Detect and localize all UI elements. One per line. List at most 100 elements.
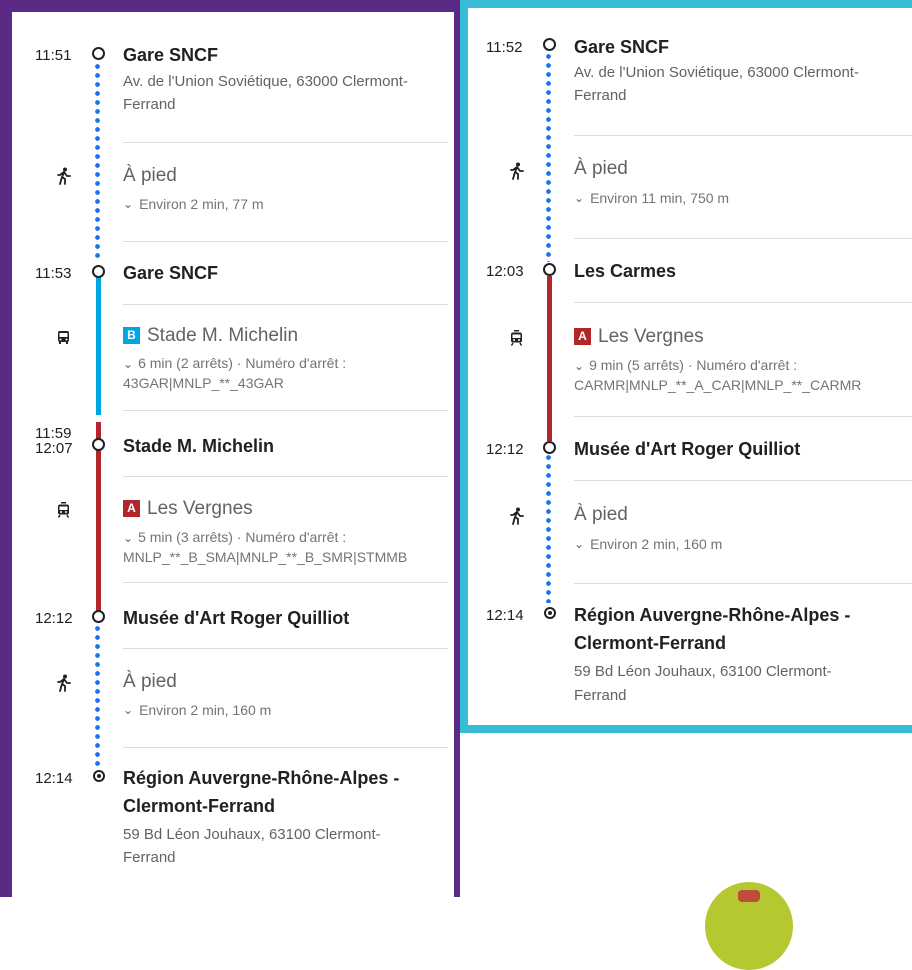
transit-leg-bus[interactable]: B Stade M. Michelin <box>123 325 298 347</box>
arrival-time: 12:12 <box>35 610 73 627</box>
route-destination: Les Vergnes <box>147 498 253 519</box>
stop-name[interactable]: Stade M. Michelin <box>123 434 274 459</box>
stop-marker-icon <box>92 265 105 278</box>
walk-label: À pied <box>574 504 628 525</box>
destination-name[interactable]: Région Auvergne-Rhône-Alpes - <box>574 603 850 628</box>
walk-duration: Environ 2 min, 160 m <box>590 536 723 552</box>
destination-marker-icon <box>93 770 105 782</box>
destination-address: 59 Bd Léon Jouhaux, 63100 Clermont- <box>123 826 381 843</box>
bus-icon <box>57 330 70 345</box>
stop-name[interactable]: Gare SNCF <box>123 43 218 68</box>
arrival-time: 12:03 <box>486 263 524 280</box>
stop-name[interactable]: Les Carmes <box>574 259 676 284</box>
route-details-toggle[interactable]: ⌄ 6 min (2 arrêts) · Numéro d'arrêt : 43G… <box>123 354 346 393</box>
stop-address: Ferrand <box>574 87 627 104</box>
itinerary-panel-right: 11:52 Gare SNCF Av. de l'Union Soviétiqu… <box>460 0 912 733</box>
divider <box>123 410 448 411</box>
walk-duration: Environ 2 min, 77 m <box>139 196 264 212</box>
arrival-time: 12:14 <box>486 607 524 624</box>
chevron-down-icon: ⌄ <box>123 197 134 211</box>
walk-details-toggle[interactable]: ⌄ Environ 2 min, 77 m <box>123 196 264 212</box>
chevron-down-icon: ⌄ <box>574 537 585 551</box>
divider <box>574 583 912 584</box>
route-stop-codes: 43GAR|MNLP_**_43GAR <box>123 375 284 391</box>
departure-time: 12:07 <box>35 440 73 457</box>
walk-details-toggle[interactable]: ⌄ Environ 11 min, 750 m <box>574 190 729 206</box>
walk-icon <box>57 674 71 692</box>
walk-details-toggle[interactable]: ⌄ Environ 2 min, 160 m <box>574 536 722 552</box>
stop-name[interactable]: Gare SNCF <box>123 261 218 286</box>
departure-time: 11:52 <box>486 39 523 56</box>
chevron-down-icon: ⌄ <box>123 531 134 545</box>
walk-label: À pied <box>123 671 177 692</box>
chevron-down-icon: ⌄ <box>574 191 585 205</box>
stop-marker-icon <box>543 441 556 454</box>
walk-duration: Environ 11 min, 750 m <box>590 190 730 206</box>
tram-icon <box>57 502 70 518</box>
stop-address: Av. de l'Union Soviétique, 63000 Clermon… <box>123 73 408 90</box>
arrival-time: 11:53 <box>35 265 72 282</box>
route-stop-codes: CARMR|MNLP_**_A_CAR|MNLP_**_CARMR <box>574 377 862 393</box>
line-badge-a: A <box>574 328 591 345</box>
walk-icon <box>510 507 524 525</box>
bus-path-line <box>96 277 101 415</box>
divider <box>574 302 912 303</box>
divider <box>123 648 448 649</box>
divider <box>123 747 448 748</box>
line-badge-b: B <box>123 327 140 344</box>
divider <box>574 480 912 481</box>
walk-details-toggle[interactable]: ⌄ Environ 2 min, 160 m <box>123 702 271 718</box>
route-stops-info: 9 min (5 arrêts) · Numéro d'arrêt : <box>589 357 798 373</box>
stop-marker-icon <box>92 47 105 60</box>
destination-address: 59 Bd Léon Jouhaux, 63100 Clermont- <box>574 663 832 680</box>
tram-path-line <box>547 276 552 441</box>
walk-path-line <box>95 62 100 262</box>
stop-name[interactable]: Musée d'Art Roger Quilliot <box>574 437 800 462</box>
walk-icon <box>510 162 524 180</box>
walk-icon <box>57 167 71 185</box>
destination-name[interactable]: Clermont-Ferrand <box>123 794 275 819</box>
divider <box>123 241 448 242</box>
stop-address: Ferrand <box>123 96 176 113</box>
destination-name[interactable]: Clermont-Ferrand <box>574 631 726 656</box>
stop-name[interactable]: Gare SNCF <box>574 35 669 60</box>
walk-duration: Environ 2 min, 160 m <box>139 702 272 718</box>
itinerary-panel-left: 11:51 Gare SNCF Av. de l'Union Soviétiqu… <box>0 0 460 897</box>
route-details-toggle[interactable]: ⌄ 5 min (3 arrêts) · Numéro d'arrêt : MNL… <box>123 528 407 567</box>
destination-marker-icon <box>544 607 556 619</box>
destination-address: Ferrand <box>123 849 176 866</box>
tram-icon <box>510 330 523 346</box>
walk-path-line <box>546 52 551 262</box>
divider <box>123 582 448 583</box>
chevron-down-icon: ⌄ <box>574 359 585 373</box>
divider <box>574 238 912 239</box>
destination-name[interactable]: Région Auvergne-Rhône-Alpes - <box>123 766 399 791</box>
route-stop-codes: MNLP_**_B_SMA|MNLP_**_B_SMR|STMMB <box>123 549 408 565</box>
transit-leg-tram[interactable]: A Les Vergnes <box>574 326 704 348</box>
stop-marker-icon <box>92 610 105 623</box>
divider <box>123 142 448 143</box>
walk-path-line <box>546 453 551 603</box>
stop-marker-icon <box>543 263 556 276</box>
destination-address: Ferrand <box>574 687 627 704</box>
divider <box>123 476 448 477</box>
divider <box>574 135 912 136</box>
route-destination: Les Vergnes <box>598 326 704 347</box>
stop-address: Av. de l'Union Soviétique, 63000 Clermon… <box>574 64 859 81</box>
route-stops-info: 5 min (3 arrêts) · Numéro d'arrêt : <box>138 529 347 545</box>
stop-marker-icon <box>92 438 105 451</box>
arrival-time: 12:14 <box>35 770 73 787</box>
chevron-down-icon: ⌄ <box>123 357 134 371</box>
route-details-toggle[interactable]: ⌄ 9 min (5 arrêts) · Numéro d'arrêt : CAR… <box>574 356 861 395</box>
route-stops-info: 6 min (2 arrêts) · Numéro d'arrêt : <box>138 355 347 371</box>
transit-leg-tram[interactable]: A Les Vergnes <box>123 498 253 520</box>
chevron-down-icon: ⌄ <box>123 703 134 717</box>
divider <box>574 416 912 417</box>
logo <box>705 882 793 970</box>
stop-name[interactable]: Musée d'Art Roger Quilliot <box>123 606 349 631</box>
line-badge-a: A <box>123 500 140 517</box>
departure-time: 11:51 <box>35 47 72 64</box>
walk-label: À pied <box>574 158 628 179</box>
divider <box>123 304 448 305</box>
stop-marker-icon <box>543 38 556 51</box>
